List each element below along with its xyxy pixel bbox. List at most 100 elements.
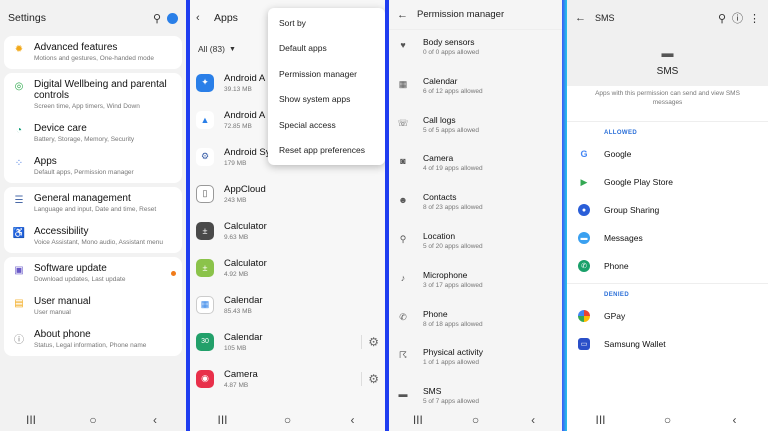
app-name: Calendar <box>224 331 263 343</box>
menu-item-default-apps[interactable]: Default apps <box>268 36 385 62</box>
item-subtitle: User manual <box>34 309 71 316</box>
allowed-apps-list: G Google ▶ Google Play Store ● Group Sharin… <box>567 140 768 280</box>
back-arrow-icon[interactable]: ← <box>575 12 589 24</box>
permission-row-location[interactable]: ⚲ Location 5 of 20 apps allowed <box>389 224 562 263</box>
navigation-bar: III ○ ‹ <box>0 409 186 431</box>
back-button[interactable]: ‹ <box>338 413 368 427</box>
list-item[interactable]: ● Group Sharing <box>567 196 768 224</box>
permission-title: Permission manager <box>417 9 505 20</box>
app-name: Messages <box>604 233 643 243</box>
home-button[interactable]: ○ <box>78 413 108 427</box>
permission-row-body-sensors[interactable]: ♥ Body sensors 0 of 0 apps allowed <box>389 30 562 69</box>
search-icon[interactable]: ⚲ <box>153 12 161 25</box>
permission-name: Camera <box>423 153 454 164</box>
permission-name: Physical activity <box>423 347 483 358</box>
home-button[interactable]: ○ <box>653 413 683 427</box>
menu-item-special-access[interactable]: Special access <box>268 112 385 138</box>
list-item[interactable]: ▶ Google Play Store <box>567 168 768 196</box>
hero-title: SMS <box>656 65 679 77</box>
sms-title: SMS <box>595 13 615 23</box>
permission-row-camera[interactable]: ◙ Camera 4 of 19 apps allowed <box>389 146 562 185</box>
permission-row-phone[interactable]: ✆ Phone 8 of 18 apps allowed <box>389 302 562 341</box>
item-subtitle: Language and input, Date and time, Reset <box>34 206 157 213</box>
permission-description: Apps with this permission can send and v… <box>567 86 768 122</box>
back-arrow-icon[interactable]: ‹ <box>196 12 210 24</box>
settings-item-device-care[interactable]: ◔ Device care Battery, Storage, Memory, S… <box>4 117 182 150</box>
call-log-icon: ☏ <box>397 117 409 128</box>
permission-row-calendar[interactable]: ▦ Calendar 6 of 12 apps allowed <box>389 69 562 108</box>
permission-row-call-logs[interactable]: ☏ Call logs 5 of 5 apps allowed <box>389 108 562 147</box>
permission-name: Location <box>423 230 456 241</box>
app-row[interactable]: ± Calculator 9.63 MB <box>190 212 385 249</box>
avatar[interactable] <box>167 12 178 24</box>
app-name: AppCloud <box>224 183 266 195</box>
group-sharing-icon: ● <box>578 204 590 216</box>
app-name: Samsung Wallet <box>604 339 666 349</box>
home-button[interactable]: ○ <box>273 413 303 427</box>
permission-name: Phone <box>423 308 448 319</box>
list-item[interactable]: ▬ Messages <box>567 224 768 252</box>
list-item[interactable]: ✆ Phone <box>567 252 768 280</box>
menu-item-reset-app-preferences[interactable]: Reset app preferences <box>268 138 385 164</box>
settings-item-software-update[interactable]: ▣ Software update Download updates, Last … <box>4 257 182 290</box>
settings-item-about-phone[interactable]: ⓘ About phone Status, Legal information, … <box>4 323 182 356</box>
help-icon[interactable]: ⓘ <box>732 10 743 26</box>
home-button[interactable]: ○ <box>460 413 490 427</box>
wellbeing-icon: ◎ <box>14 81 24 92</box>
back-button[interactable]: ‹ <box>140 413 170 427</box>
back-button[interactable]: ‹ <box>720 413 750 427</box>
recent-apps-button[interactable]: III <box>208 413 238 427</box>
settings-item-advanced-features[interactable]: ✹ Advanced features Motions and gestures,… <box>4 36 182 69</box>
settings-gear-icon[interactable]: ⚙ <box>361 371 379 386</box>
back-arrow-icon[interactable]: ← <box>397 9 411 21</box>
settings-item-accessibility[interactable]: ♿ Accessibility Voice Assistant, Mono aud… <box>4 220 182 253</box>
permission-row-contacts[interactable]: ☻ Contacts 8 of 23 apps allowed <box>389 185 562 224</box>
google-icon: G <box>580 149 588 159</box>
app-row[interactable]: ± Calculator 4.92 MB <box>190 249 385 286</box>
app-size: 105 MB <box>224 344 247 352</box>
settings-card-3: ☰ General management Language and input, … <box>4 187 182 253</box>
settings-item-general-management[interactable]: ☰ General management Language and input, … <box>4 187 182 220</box>
recent-apps-button[interactable]: III <box>586 413 616 427</box>
app-size: 4.92 MB <box>224 270 249 278</box>
settings-item-digital-wellbeing[interactable]: ◎ Digital Wellbeing and parental control… <box>4 73 182 117</box>
permission-count: 5 of 5 apps allowed <box>423 126 480 134</box>
app-name: Camera <box>224 368 258 380</box>
recent-apps-button[interactable]: III <box>16 413 46 427</box>
message-icon: ▬ <box>398 389 408 400</box>
more-options-icon[interactable]: ⋮ <box>749 12 760 25</box>
app-row[interactable]: 30 Calendar 105 MB ⚙ <box>190 323 385 360</box>
app-row[interactable]: ▦ Calendar 85.43 MB <box>190 286 385 323</box>
settings-gear-icon[interactable]: ⚙ <box>361 334 379 349</box>
permission-count: 1 of 1 apps allowed <box>423 359 480 367</box>
recent-apps-button[interactable]: III <box>403 413 433 427</box>
app-row[interactable]: ◉ Camera 4.87 MB ⚙ <box>190 360 385 397</box>
calculator-icon: ± <box>196 221 214 240</box>
item-subtitle: Status, Legal information, Phone name <box>34 342 147 349</box>
webview-icon: ⚙ <box>196 147 214 166</box>
list-item[interactable]: G Google <box>567 140 768 168</box>
item-title: General management <box>34 193 131 204</box>
camera-icon: ◉ <box>196 369 214 388</box>
list-item[interactable]: ▭ Samsung Wallet <box>567 330 768 358</box>
settings-item-apps[interactable]: ⁘ Apps Default apps, Permission manager <box>4 150 182 183</box>
permission-row-physical-activity[interactable]: ☈ Physical activity 1 of 1 apps allowed <box>389 340 562 379</box>
menu-item-permission-manager[interactable]: Permission manager <box>268 61 385 87</box>
app-row[interactable]: ▯ AppCloud 243 MB <box>190 175 385 212</box>
permission-count: 8 of 23 apps allowed <box>423 204 483 212</box>
denied-apps-list: GPay ▭ Samsung Wallet <box>567 302 768 358</box>
filter-label: All (83) <box>198 44 225 54</box>
list-item[interactable]: GPay <box>567 302 768 330</box>
settings-item-user-manual[interactable]: ▤ User manual User manual <box>4 290 182 323</box>
menu-item-show-system-apps[interactable]: Show system apps <box>268 87 385 113</box>
search-icon[interactable]: ⚲ <box>718 12 726 25</box>
sms-header: ← SMS ⚲ ⓘ ⋮ <box>567 0 768 36</box>
permission-name: Calendar <box>423 75 458 86</box>
back-button[interactable]: ‹ <box>518 413 548 427</box>
update-badge <box>171 271 176 276</box>
calculator-icon: ± <box>196 258 214 277</box>
item-subtitle: Voice Assistant, Mono audio, Assistant m… <box>34 239 163 246</box>
permission-row-microphone[interactable]: ♪ Microphone 3 of 17 apps allowed <box>389 263 562 302</box>
menu-item-sort-by[interactable]: Sort by <box>268 10 385 36</box>
settings-card-4: ▣ Software update Download updates, Last … <box>4 257 182 356</box>
